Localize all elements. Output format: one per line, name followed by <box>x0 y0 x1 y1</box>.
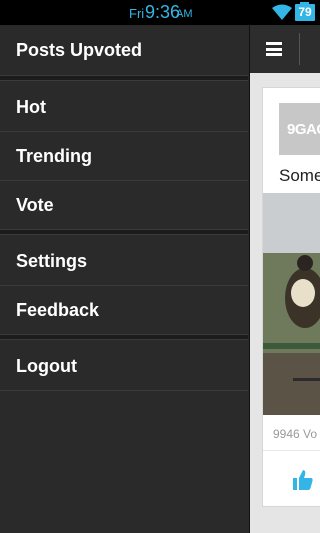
drawer-item-hot[interactable]: Hot <box>0 83 248 131</box>
thumbs-up-icon[interactable] <box>291 468 315 492</box>
post-title: Some <box>279 166 320 185</box>
drawer-item-trending[interactable]: Trending <box>0 132 248 180</box>
drawer-item-feedback[interactable]: Feedback <box>0 286 248 334</box>
section-divider <box>0 229 248 235</box>
status-day: Fri <box>129 6 145 21</box>
wifi-icon <box>272 4 292 20</box>
post-image[interactable] <box>263 193 320 415</box>
menu-button[interactable] <box>250 25 298 73</box>
card-divider <box>263 450 320 451</box>
source-logo: 9GAG <box>279 103 320 155</box>
drawer-item-label: Settings <box>16 251 88 271</box>
drawer-header[interactable]: Posts Upvoted <box>0 25 250 75</box>
hamburger-icon <box>266 42 282 56</box>
drawer-header-label: Posts Upvoted <box>16 40 143 60</box>
post-card[interactable]: 9GAG Some 9946 Vo <box>262 87 320 507</box>
vote-count: 9946 Vo <box>273 427 318 441</box>
post-photo <box>263 193 320 415</box>
main-content: 9GAG Some 9946 Vo <box>250 25 320 533</box>
status-time: 9:36 <box>145 2 181 22</box>
status-bar: Fri 9:36 AM 79 <box>0 0 320 25</box>
screen: Fri 9:36 AM 79 9GAG Some <box>0 0 320 533</box>
drawer-item-label: Feedback <box>16 300 100 320</box>
section-divider <box>0 75 248 81</box>
action-bar <box>250 25 320 73</box>
logo-text: 9GAG <box>287 121 320 138</box>
status-ampm: AM <box>176 8 193 20</box>
divider <box>0 390 248 391</box>
drawer-item-label: Logout <box>16 356 77 376</box>
drawer-item-label: Vote <box>16 195 54 215</box>
drawer-item-label: Hot <box>16 97 46 117</box>
section-divider <box>0 334 248 340</box>
drawer-item-vote[interactable]: Vote <box>0 181 248 229</box>
battery-level: 79 <box>298 5 312 19</box>
drawer-item-settings[interactable]: Settings <box>0 237 248 285</box>
drawer-item-logout[interactable]: Logout <box>0 342 248 390</box>
action-bar-divider <box>299 33 300 65</box>
drawer-item-label: Trending <box>16 146 92 166</box>
navigation-drawer: Posts Upvoted Hot Trending Vote Settings… <box>0 25 250 533</box>
